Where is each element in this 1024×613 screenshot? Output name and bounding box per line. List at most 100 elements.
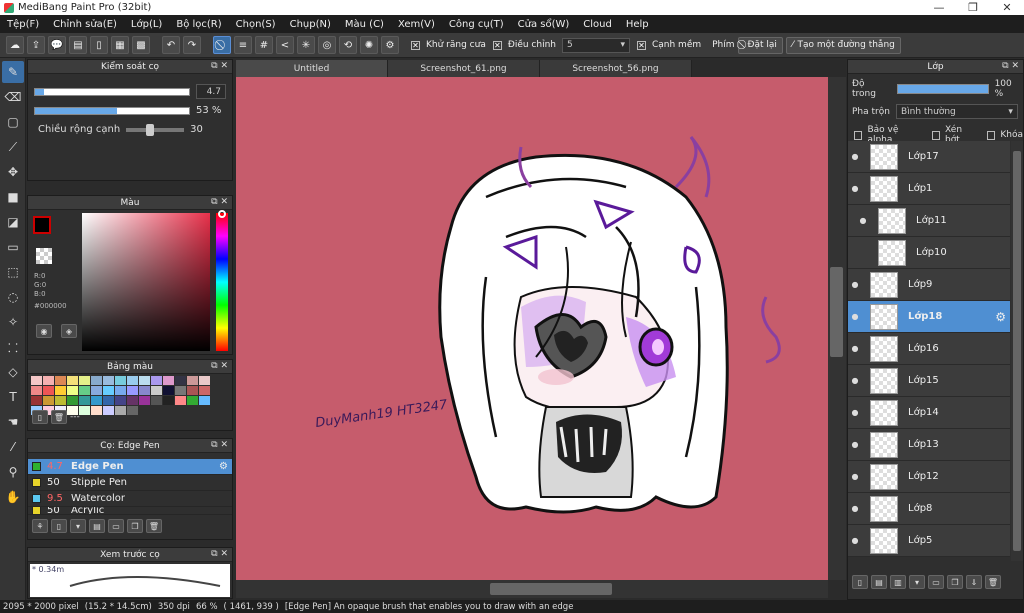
tab-screenshot-61[interactable]: Screenshot_61.png <box>388 60 540 77</box>
palette-swatch[interactable] <box>187 386 198 395</box>
drawing-canvas[interactable]: DuyManh19 HT3247 <box>236 77 828 580</box>
gradient-tool-icon[interactable]: ▭ <box>2 236 24 258</box>
reset-button[interactable]: ⃠ Đặt lại <box>737 36 783 54</box>
palette-swatch[interactable] <box>199 376 210 385</box>
snap-settings-icon[interactable]: ✺ <box>360 36 378 54</box>
eye-icon[interactable]: ● <box>848 440 862 449</box>
palette-swatch[interactable] <box>127 376 138 385</box>
palette-swatch[interactable] <box>151 386 162 395</box>
transparent-swatch[interactable] <box>36 248 52 264</box>
bucket-tool-icon[interactable]: ◪ <box>2 211 24 233</box>
document-icon[interactable]: ▯ <box>90 36 108 54</box>
edge-width-slider[interactable] <box>126 123 185 136</box>
eye-icon[interactable]: ● <box>848 184 862 193</box>
palette-swatch[interactable] <box>199 396 210 405</box>
palette-swatch[interactable] <box>163 386 174 395</box>
select-eraser-tool-icon[interactable]: ◇ <box>2 361 24 383</box>
palette-swatch[interactable] <box>91 396 102 405</box>
palette-swatch[interactable] <box>151 376 162 385</box>
palette-swatch[interactable] <box>187 396 198 405</box>
fill-rect-tool-icon[interactable]: ■ <box>2 186 24 208</box>
brush-item-watercolor[interactable]: 9.5 Watercolor <box>28 491 232 507</box>
rect-tool-icon[interactable]: ▢ <box>2 111 24 133</box>
eye-icon[interactable]: ● <box>848 504 862 513</box>
menu-select[interactable]: Chọn(S) <box>229 19 283 30</box>
select-tool-icon[interactable]: ⬚ <box>2 261 24 283</box>
maximize-icon[interactable]: ❐ <box>956 1 990 14</box>
palette-swatch[interactable] <box>127 406 138 415</box>
brush-folder-icon[interactable]: ▭ <box>108 519 124 533</box>
layer-item[interactable]: ● Lớp9 <box>848 269 1010 301</box>
new-palette-icon[interactable]: ▯ <box>32 410 48 424</box>
horizontal-scroll-thumb[interactable] <box>490 583 612 595</box>
palette-swatch[interactable] <box>127 386 138 395</box>
settings-gear-icon[interactable]: ⚙ <box>381 36 399 54</box>
palette-swatch[interactable] <box>43 386 54 395</box>
panel-close-icon[interactable]: ⧉ ✕ <box>211 440 228 450</box>
palette-swatch[interactable] <box>79 376 90 385</box>
panel-close-icon[interactable]: ⧉ ✕ <box>1002 61 1019 71</box>
menu-edit[interactable]: Chỉnh sửa(E) <box>46 19 124 30</box>
palette-swatch[interactable] <box>163 396 174 405</box>
palette-swatch[interactable] <box>67 396 78 405</box>
palette-swatch[interactable] <box>187 376 198 385</box>
menu-filter[interactable]: Bộ lọc(R) <box>169 19 228 30</box>
curve-snap-icon[interactable]: ⟲ <box>339 36 357 54</box>
palette-swatch[interactable] <box>103 396 114 405</box>
eye-icon[interactable]: ● <box>848 152 862 161</box>
menu-tools[interactable]: Công cụ(T) <box>442 19 511 30</box>
grid-icon[interactable]: ▩ <box>132 36 150 54</box>
layer-folder-icon[interactable]: ▭ <box>928 575 944 589</box>
panel-close-icon[interactable]: ⧉ ✕ <box>211 197 228 207</box>
palette-swatch[interactable] <box>31 376 42 385</box>
select-pen-tool-icon[interactable]: ⸬ <box>2 336 24 358</box>
clip-checkbox[interactable] <box>931 130 941 140</box>
brush-import-icon[interactable]: ▤ <box>89 519 105 533</box>
palette-swatch[interactable] <box>199 386 210 395</box>
radial-snap-icon[interactable]: ✳ <box>297 36 315 54</box>
antialias-checkbox[interactable]: ✕ <box>411 40 420 50</box>
palette-swatch[interactable] <box>43 376 54 385</box>
eye-icon[interactable]: ● <box>848 472 862 481</box>
layer-item[interactable]: ● Lớp12 <box>848 461 1010 493</box>
hue-handle[interactable] <box>218 210 226 218</box>
brush-copy-icon[interactable]: ❐ <box>127 519 143 533</box>
straight-line-button[interactable]: ⁄ Tạo một đường thẳng <box>785 36 901 54</box>
layer-item[interactable]: ● Lớp14 <box>848 397 1010 429</box>
operation-tool-icon[interactable]: ☚ <box>2 411 24 433</box>
palette-swatch[interactable] <box>103 386 114 395</box>
snap-off-icon[interactable]: ⃠ <box>213 36 231 54</box>
menu-snap[interactable]: Chụp(N) <box>283 19 338 30</box>
delete-palette-icon[interactable]: 🗑 <box>51 410 67 424</box>
color-palette-icon[interactable]: ◉ <box>36 324 52 338</box>
layer-item[interactable]: ● Lớp17 <box>848 141 1010 173</box>
menu-window[interactable]: Cửa sổ(W) <box>511 19 577 30</box>
size-slider[interactable] <box>34 87 190 96</box>
layer-opacity-slider[interactable] <box>897 84 989 94</box>
palette-swatch[interactable] <box>91 406 102 415</box>
magic-wand-tool-icon[interactable]: ✧ <box>2 311 24 333</box>
minimize-icon[interactable]: — <box>922 1 956 14</box>
upload-icon[interactable]: ⇪ <box>27 36 45 54</box>
hue-slider[interactable] <box>216 213 228 351</box>
foreground-color-swatch[interactable] <box>33 216 51 234</box>
protect-alpha-checkbox[interactable] <box>854 130 863 140</box>
text-tool-icon[interactable]: T <box>2 386 24 408</box>
adjust-select[interactable]: 5 ▾ <box>561 37 630 53</box>
palette-swatch[interactable] <box>91 386 102 395</box>
panel-close-icon[interactable]: ⧉ ✕ <box>211 549 228 559</box>
layer-item[interactable]: ● Lớp5 <box>848 525 1010 557</box>
tab-screenshot-56[interactable]: Screenshot_56.png <box>540 60 692 77</box>
palette-swatch[interactable] <box>79 396 90 405</box>
palette-swatch[interactable] <box>103 406 114 415</box>
eye-icon[interactable]: ● <box>848 536 862 545</box>
brush-tool-icon[interactable]: ✎ <box>2 61 24 83</box>
layer-item[interactable]: ● Lớp13 <box>848 429 1010 461</box>
palette-swatch[interactable] <box>115 406 126 415</box>
palette-swatch[interactable] <box>151 396 162 405</box>
eraser-tool-icon[interactable]: ⌫ <box>2 86 24 108</box>
brush-settings-gear-icon[interactable]: ⚙ <box>219 461 228 472</box>
opacity-slider[interactable] <box>34 106 190 115</box>
vertical-scroll-thumb[interactable] <box>830 267 843 357</box>
palette-swatch[interactable] <box>103 376 114 385</box>
